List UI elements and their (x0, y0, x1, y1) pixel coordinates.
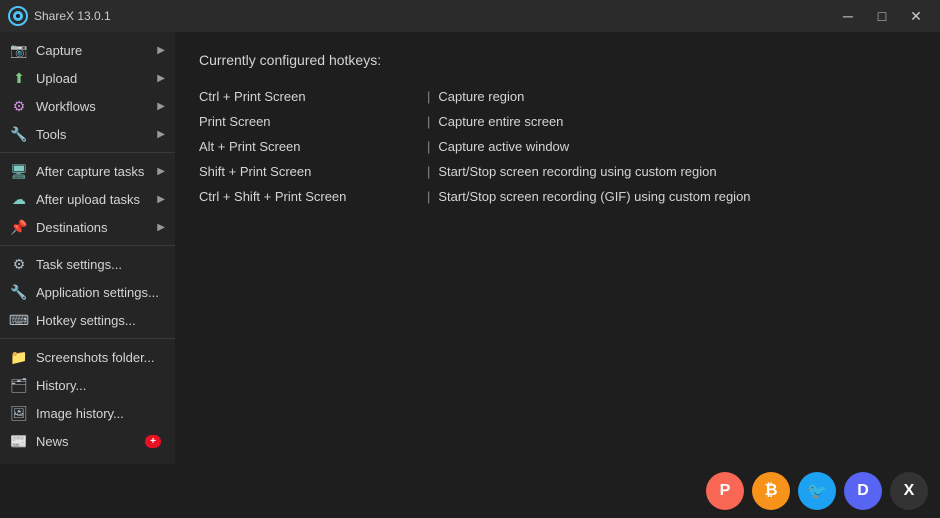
sidebar-item-application-settings[interactable]: 🔧 Application settings... (0, 278, 175, 306)
hotkey-separator: | (427, 164, 430, 179)
destinations-arrow: ▶ (157, 222, 165, 233)
sidebar-label-destinations: Destinations (36, 220, 153, 235)
hotkey-action: Start/Stop screen recording using custom… (438, 164, 716, 179)
social-bar: P₿🐦DX (0, 464, 940, 518)
workflows-arrow: ▶ (157, 101, 165, 112)
sidebar-label-application-settings: Application settings... (36, 285, 165, 300)
hotkey-key: Ctrl + Print Screen (199, 89, 419, 104)
upload-arrow: ▶ (157, 73, 165, 84)
sidebar-item-upload[interactable]: ⬆ Upload ▶ (0, 64, 175, 92)
hotkey-list: Ctrl + Print Screen | Capture region Pri… (199, 84, 916, 209)
sidebar-item-screenshots-folder[interactable]: 📁 Screenshots folder... (0, 343, 175, 371)
title-bar: ShareX 13.0.1 ─ □ ✕ (0, 0, 940, 32)
sidebar-item-capture[interactable]: 📷 Capture ▶ (0, 36, 175, 64)
sidebar-label-hotkey-settings: Hotkey settings... (36, 313, 165, 328)
sidebar-item-tools[interactable]: 🔧 Tools ▶ (0, 120, 175, 148)
hotkey-key: Alt + Print Screen (199, 139, 419, 154)
after-upload-icon: ☁ (10, 190, 28, 208)
app-icon (8, 6, 28, 26)
main-container: 📷 Capture ▶ ⬆ Upload ▶ ⚙ Workflows ▶ 🔧 T… (0, 32, 940, 464)
tools-icon: 🔧 (10, 125, 28, 143)
social-btn-twitter[interactable]: 🐦 (798, 472, 836, 510)
hotkey-action: Capture entire screen (438, 114, 563, 129)
upload-icon: ⬆ (10, 69, 28, 87)
workflows-icon: ⚙ (10, 97, 28, 115)
hotkey-action: Capture region (438, 89, 524, 104)
hotkey-action: Capture active window (438, 139, 569, 154)
capture-icon: 📷 (10, 41, 28, 59)
task-settings-icon: ⚙ (10, 255, 28, 273)
hotkey-separator: | (427, 139, 430, 154)
sidebar-label-upload: Upload (36, 71, 153, 86)
sidebar-label-workflows: Workflows (36, 99, 153, 114)
debug-arrow: ▶ (157, 464, 165, 465)
sidebar-label-tools: Tools (36, 127, 153, 142)
after-upload-arrow: ▶ (157, 194, 165, 205)
hotkey-separator: | (427, 114, 430, 129)
hotkey-row: Print Screen | Capture entire screen (199, 109, 916, 134)
content-title: Currently configured hotkeys: (199, 52, 916, 68)
sidebar-label-history: History... (36, 378, 165, 393)
sidebar-label-image-history: Image history... (36, 406, 165, 421)
hotkey-settings-icon: ⌨ (10, 311, 28, 329)
sidebar-item-news[interactable]: 📰 News + (0, 427, 175, 455)
social-btn-x[interactable]: X (890, 472, 928, 510)
maximize-button[interactable]: □ (866, 4, 898, 28)
sidebar-label-task-settings: Task settings... (36, 257, 165, 272)
news-badge: + (145, 435, 161, 448)
sidebar-item-after-capture[interactable]: 🖥 After capture tasks ▶ (0, 157, 175, 185)
sidebar: 📷 Capture ▶ ⬆ Upload ▶ ⚙ Workflows ▶ 🔧 T… (0, 32, 175, 464)
social-btn-patreon[interactable]: P (706, 472, 744, 510)
social-btn-bitcoin[interactable]: ₿ (752, 472, 790, 510)
hotkey-row: Shift + Print Screen | Start/Stop screen… (199, 159, 916, 184)
window-controls: ─ □ ✕ (832, 4, 932, 28)
hotkey-key: Print Screen (199, 114, 419, 129)
social-btn-discord[interactable]: D (844, 472, 882, 510)
sidebar-item-workflows[interactable]: ⚙ Workflows ▶ (0, 92, 175, 120)
debug-icon: ⚠ (10, 460, 28, 464)
after-capture-icon: 🖥 (10, 162, 28, 180)
hotkey-separator: | (427, 189, 430, 204)
close-button[interactable]: ✕ (900, 4, 932, 28)
sidebar-item-hotkey-settings[interactable]: ⌨ Hotkey settings... (0, 306, 175, 334)
sidebar-label-debug: Debug (36, 462, 153, 465)
hotkey-row: Ctrl + Shift + Print Screen | Start/Stop… (199, 184, 916, 209)
sidebar-label-screenshots-folder: Screenshots folder... (36, 350, 165, 365)
sidebar-label-news: News (36, 434, 145, 449)
capture-arrow: ▶ (157, 45, 165, 56)
tools-arrow: ▶ (157, 129, 165, 140)
destinations-icon: 📌 (10, 218, 28, 236)
content-area: Currently configured hotkeys: Ctrl + Pri… (175, 32, 940, 464)
app-title: ShareX 13.0.1 (34, 9, 832, 23)
hotkey-key: Shift + Print Screen (199, 164, 419, 179)
separator-2 (0, 245, 175, 246)
sidebar-item-history[interactable]: 🗂 History... (0, 371, 175, 399)
sidebar-item-after-upload[interactable]: ☁ After upload tasks ▶ (0, 185, 175, 213)
news-icon: 📰 (10, 432, 28, 450)
sidebar-item-debug[interactable]: ⚠ Debug ▶ (0, 455, 175, 464)
hotkey-row: Ctrl + Print Screen | Capture region (199, 84, 916, 109)
sidebar-item-task-settings[interactable]: ⚙ Task settings... (0, 250, 175, 278)
hotkey-action: Start/Stop screen recording (GIF) using … (438, 189, 750, 204)
hotkey-row: Alt + Print Screen | Capture active wind… (199, 134, 916, 159)
after-capture-arrow: ▶ (157, 166, 165, 177)
screenshots-folder-icon: 📁 (10, 348, 28, 366)
sidebar-label-after-capture: After capture tasks (36, 164, 153, 179)
sidebar-item-destinations[interactable]: 📌 Destinations ▶ (0, 213, 175, 241)
hotkey-key: Ctrl + Shift + Print Screen (199, 189, 419, 204)
sidebar-label-after-upload: After upload tasks (36, 192, 153, 207)
minimize-button[interactable]: ─ (832, 4, 864, 28)
app-settings-icon: 🔧 (10, 283, 28, 301)
sidebar-item-image-history[interactable]: 🖼 Image history... (0, 399, 175, 427)
separator-1 (0, 152, 175, 153)
hotkey-separator: | (427, 89, 430, 104)
history-icon: 🗂 (10, 376, 28, 394)
sidebar-label-capture: Capture (36, 43, 153, 58)
separator-3 (0, 338, 175, 339)
image-history-icon: 🖼 (10, 404, 28, 422)
